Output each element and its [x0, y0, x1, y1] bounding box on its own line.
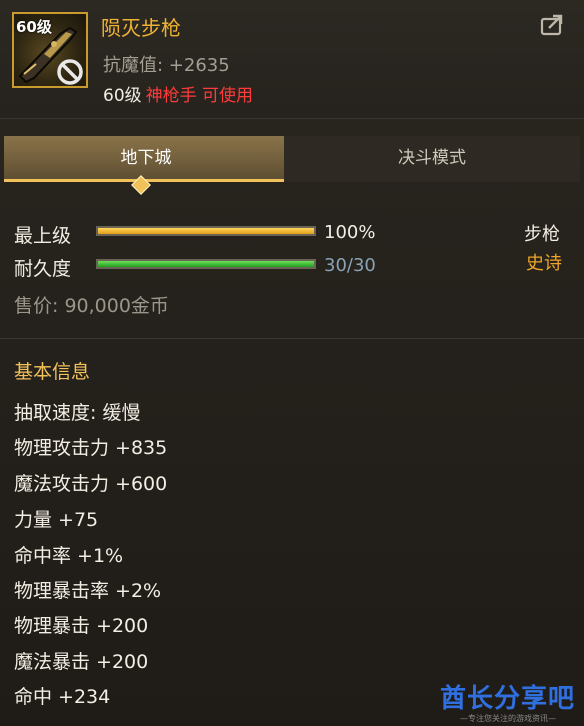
- prohibited-icon: [57, 59, 83, 85]
- grade-value: 100%: [324, 222, 376, 243]
- item-name: 陨灭步枪: [101, 16, 181, 40]
- durability-label: 耐久度: [14, 258, 72, 280]
- tab-pvp[interactable]: 决斗模式: [284, 136, 580, 182]
- magic-resist: 抗魔值: +2635: [103, 55, 230, 76]
- watermark-brand: 酋长分享吧: [440, 684, 576, 714]
- item-header: 60级 陨灭步枪 抗魔值: +2635 60级 神枪手 可使用: [0, 0, 584, 119]
- usage-requirement: 60级 神枪手 可使用: [103, 81, 253, 106]
- attribute-row: 物理暴击 +200: [14, 615, 149, 637]
- attribute-row: 魔法暴击 +200: [14, 651, 149, 673]
- grade-bar: [96, 226, 316, 236]
- attribute-row: 命中率 +1%: [14, 545, 124, 567]
- basic-info-title: 基本信息: [14, 361, 91, 383]
- tab-dungeon[interactable]: 地下城: [4, 136, 288, 182]
- rarity-label: 史诗: [526, 253, 562, 274]
- item-level-badge: 60级: [16, 18, 52, 36]
- attribute-row: 抽取速度: 缓慢: [14, 402, 141, 424]
- attribute-row: 物理暴击率 +2%: [14, 580, 162, 602]
- grade-bar-fill: [98, 228, 314, 234]
- attribute-row: 魔法攻击力 +600: [14, 473, 168, 495]
- required-class: 神枪手 可使用: [145, 86, 254, 106]
- weapon-type: 步枪: [524, 224, 560, 245]
- watermark-tagline: —专注您关注的游戏资讯—: [460, 714, 556, 723]
- section-divider: [0, 338, 584, 339]
- durability-value: 30/30: [324, 255, 376, 276]
- item-icon-frame: 60级: [12, 12, 88, 88]
- item-tooltip-panel: 60级 陨灭步枪 抗魔值: +2635 60级 神枪手 可使用 地下城 决斗模式 …: [0, 0, 584, 726]
- mode-tabs: 地下城 决斗模式: [0, 136, 584, 184]
- attribute-row: 力量 +75: [14, 509, 99, 531]
- durability-bar: [96, 259, 316, 269]
- sell-price: 售价: 90,000金币: [14, 295, 169, 317]
- attribute-row: 命中 +234: [14, 686, 111, 708]
- share-icon[interactable]: [540, 14, 564, 36]
- attribute-row: 物理攻击力 +835: [14, 437, 168, 459]
- grade-label: 最上级: [14, 225, 72, 247]
- required-level: 60级: [103, 86, 142, 106]
- durability-bar-fill: [98, 261, 314, 267]
